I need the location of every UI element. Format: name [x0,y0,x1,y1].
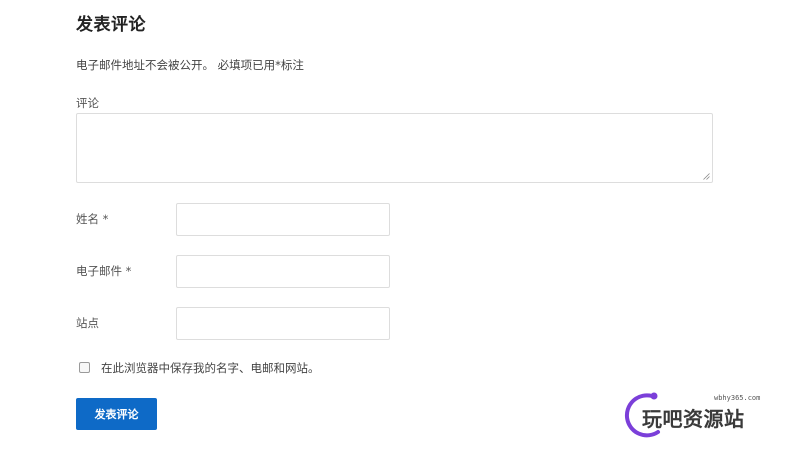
resize-grip-icon[interactable] [703,173,710,180]
watermark-logo: wbhy365.com 玩吧资源站 [624,390,784,440]
name-label: 姓名 * [76,212,109,226]
comment-label: 评论 [76,96,99,110]
required-notes: 电子邮件地址不会被公开。 必填项已用*标注 [76,58,304,72]
email-label: 电子邮件 * [76,264,132,278]
name-field[interactable] [176,203,390,236]
email-field[interactable] [176,255,390,288]
comment-textarea[interactable] [76,113,713,183]
website-label: 站点 [76,316,99,330]
website-field[interactable] [176,307,390,340]
form-title: 发表评论 [76,15,146,35]
watermark-text: 玩吧资源站 [642,407,745,431]
submit-comment-button[interactable]: 发表评论 [76,398,157,430]
save-info-checkbox[interactable] [79,362,90,373]
comment-form-page: 发表评论 电子邮件地址不会被公开。 必填项已用*标注 评论 姓名 * 电子邮件 … [0,0,800,459]
save-info-label[interactable]: 在此浏览器中保存我的名字、电邮和网站。 [101,360,320,376]
watermark-domain: wbhy365.com [714,394,761,402]
